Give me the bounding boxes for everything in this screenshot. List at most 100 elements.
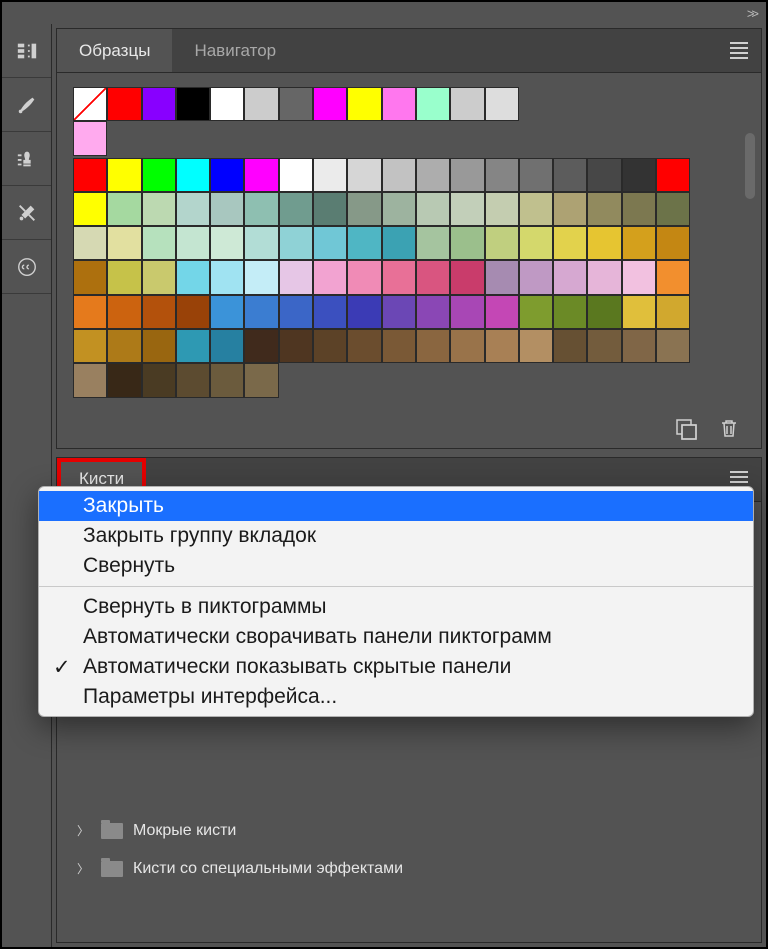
sidebar-item-brush[interactable] [2, 78, 51, 132]
swatch[interactable] [313, 260, 347, 294]
swatch[interactable] [279, 226, 313, 260]
swatch[interactable] [587, 192, 621, 226]
swatch[interactable] [73, 87, 107, 121]
swatch[interactable] [73, 329, 107, 363]
swatch[interactable] [656, 158, 690, 192]
swatch[interactable] [210, 87, 244, 121]
expand-panels-icon[interactable]: >> [747, 6, 756, 21]
swatch[interactable] [553, 329, 587, 363]
swatch[interactable] [176, 295, 210, 329]
swatch[interactable] [450, 192, 484, 226]
swatch[interactable] [416, 260, 450, 294]
swatch[interactable] [656, 260, 690, 294]
swatch[interactable] [142, 87, 176, 121]
swatch[interactable] [176, 260, 210, 294]
swatch[interactable] [450, 226, 484, 260]
swatch[interactable] [210, 329, 244, 363]
swatch[interactable] [107, 260, 141, 294]
swatch[interactable] [382, 87, 416, 121]
swatch[interactable] [313, 87, 347, 121]
swatch[interactable] [622, 192, 656, 226]
swatch[interactable] [313, 295, 347, 329]
swatch[interactable] [485, 192, 519, 226]
tab-swatches[interactable]: Образцы [57, 29, 172, 72]
swatch[interactable] [622, 226, 656, 260]
swatch[interactable] [382, 226, 416, 260]
swatch[interactable] [553, 295, 587, 329]
swatch[interactable] [210, 226, 244, 260]
swatch[interactable] [587, 158, 621, 192]
swatch[interactable] [210, 192, 244, 226]
swatch[interactable] [485, 329, 519, 363]
swatch[interactable] [485, 295, 519, 329]
swatch[interactable] [519, 158, 553, 192]
swatch[interactable] [622, 295, 656, 329]
swatch[interactable] [244, 329, 278, 363]
sidebar-item-tools[interactable] [2, 186, 51, 240]
swatch[interactable] [210, 260, 244, 294]
swatch[interactable] [210, 295, 244, 329]
swatch[interactable] [416, 295, 450, 329]
swatch[interactable] [142, 295, 176, 329]
swatch[interactable] [416, 226, 450, 260]
swatch[interactable] [382, 329, 416, 363]
swatch[interactable] [176, 226, 210, 260]
swatch[interactable] [519, 226, 553, 260]
sidebar-item-libraries[interactable] [2, 24, 51, 78]
swatch[interactable] [244, 363, 278, 397]
swatch[interactable] [176, 192, 210, 226]
swatch[interactable] [485, 87, 519, 121]
sidebar-item-stamp[interactable] [2, 132, 51, 186]
menu-item-auto-collapse[interactable]: Автоматически сворачивать панели пиктогр… [39, 622, 753, 652]
swatch[interactable] [279, 87, 313, 121]
swatch[interactable] [142, 363, 176, 397]
swatch[interactable] [656, 295, 690, 329]
swatch[interactable] [485, 226, 519, 260]
swatch[interactable] [519, 329, 553, 363]
brush-folder-row[interactable]: 〉 Мокрые кисти [69, 812, 749, 850]
swatch[interactable] [176, 329, 210, 363]
swatch[interactable] [73, 260, 107, 294]
new-swatch-icon[interactable] [673, 416, 697, 440]
swatch[interactable] [313, 158, 347, 192]
swatch[interactable] [347, 192, 381, 226]
swatch[interactable] [244, 192, 278, 226]
swatch[interactable] [107, 295, 141, 329]
swatch[interactable] [107, 226, 141, 260]
swatch[interactable] [656, 226, 690, 260]
swatch[interactable] [519, 192, 553, 226]
menu-item-interface-options[interactable]: Параметры интерфейса... [39, 682, 753, 712]
swatch[interactable] [485, 158, 519, 192]
swatch[interactable] [553, 158, 587, 192]
swatch[interactable] [244, 295, 278, 329]
swatch[interactable] [347, 329, 381, 363]
menu-item-close[interactable]: Закрыть [39, 491, 753, 521]
swatch[interactable] [622, 158, 656, 192]
swatch[interactable] [107, 158, 141, 192]
scrollbar-thumb[interactable] [745, 133, 755, 199]
swatch[interactable] [210, 363, 244, 397]
swatch[interactable] [107, 87, 141, 121]
menu-item-auto-show-hidden[interactable]: ✓ Автоматически показывать скрытые панел… [39, 652, 753, 682]
swatch[interactable] [279, 192, 313, 226]
swatch[interactable] [244, 260, 278, 294]
swatch[interactable] [313, 226, 347, 260]
swatch[interactable] [450, 295, 484, 329]
swatch[interactable] [587, 226, 621, 260]
swatch[interactable] [622, 329, 656, 363]
swatch[interactable] [142, 329, 176, 363]
swatch[interactable] [142, 226, 176, 260]
panel-menu-button[interactable] [717, 29, 761, 72]
swatch[interactable] [279, 158, 313, 192]
swatch[interactable] [519, 260, 553, 294]
swatch[interactable] [279, 295, 313, 329]
swatch[interactable] [450, 158, 484, 192]
swatch[interactable] [485, 260, 519, 294]
swatch[interactable] [313, 192, 347, 226]
swatch[interactable] [656, 329, 690, 363]
swatch[interactable] [587, 329, 621, 363]
tab-navigator[interactable]: Навигатор [172, 29, 298, 72]
swatch[interactable] [382, 295, 416, 329]
swatch[interactable] [450, 87, 484, 121]
swatch[interactable] [553, 192, 587, 226]
